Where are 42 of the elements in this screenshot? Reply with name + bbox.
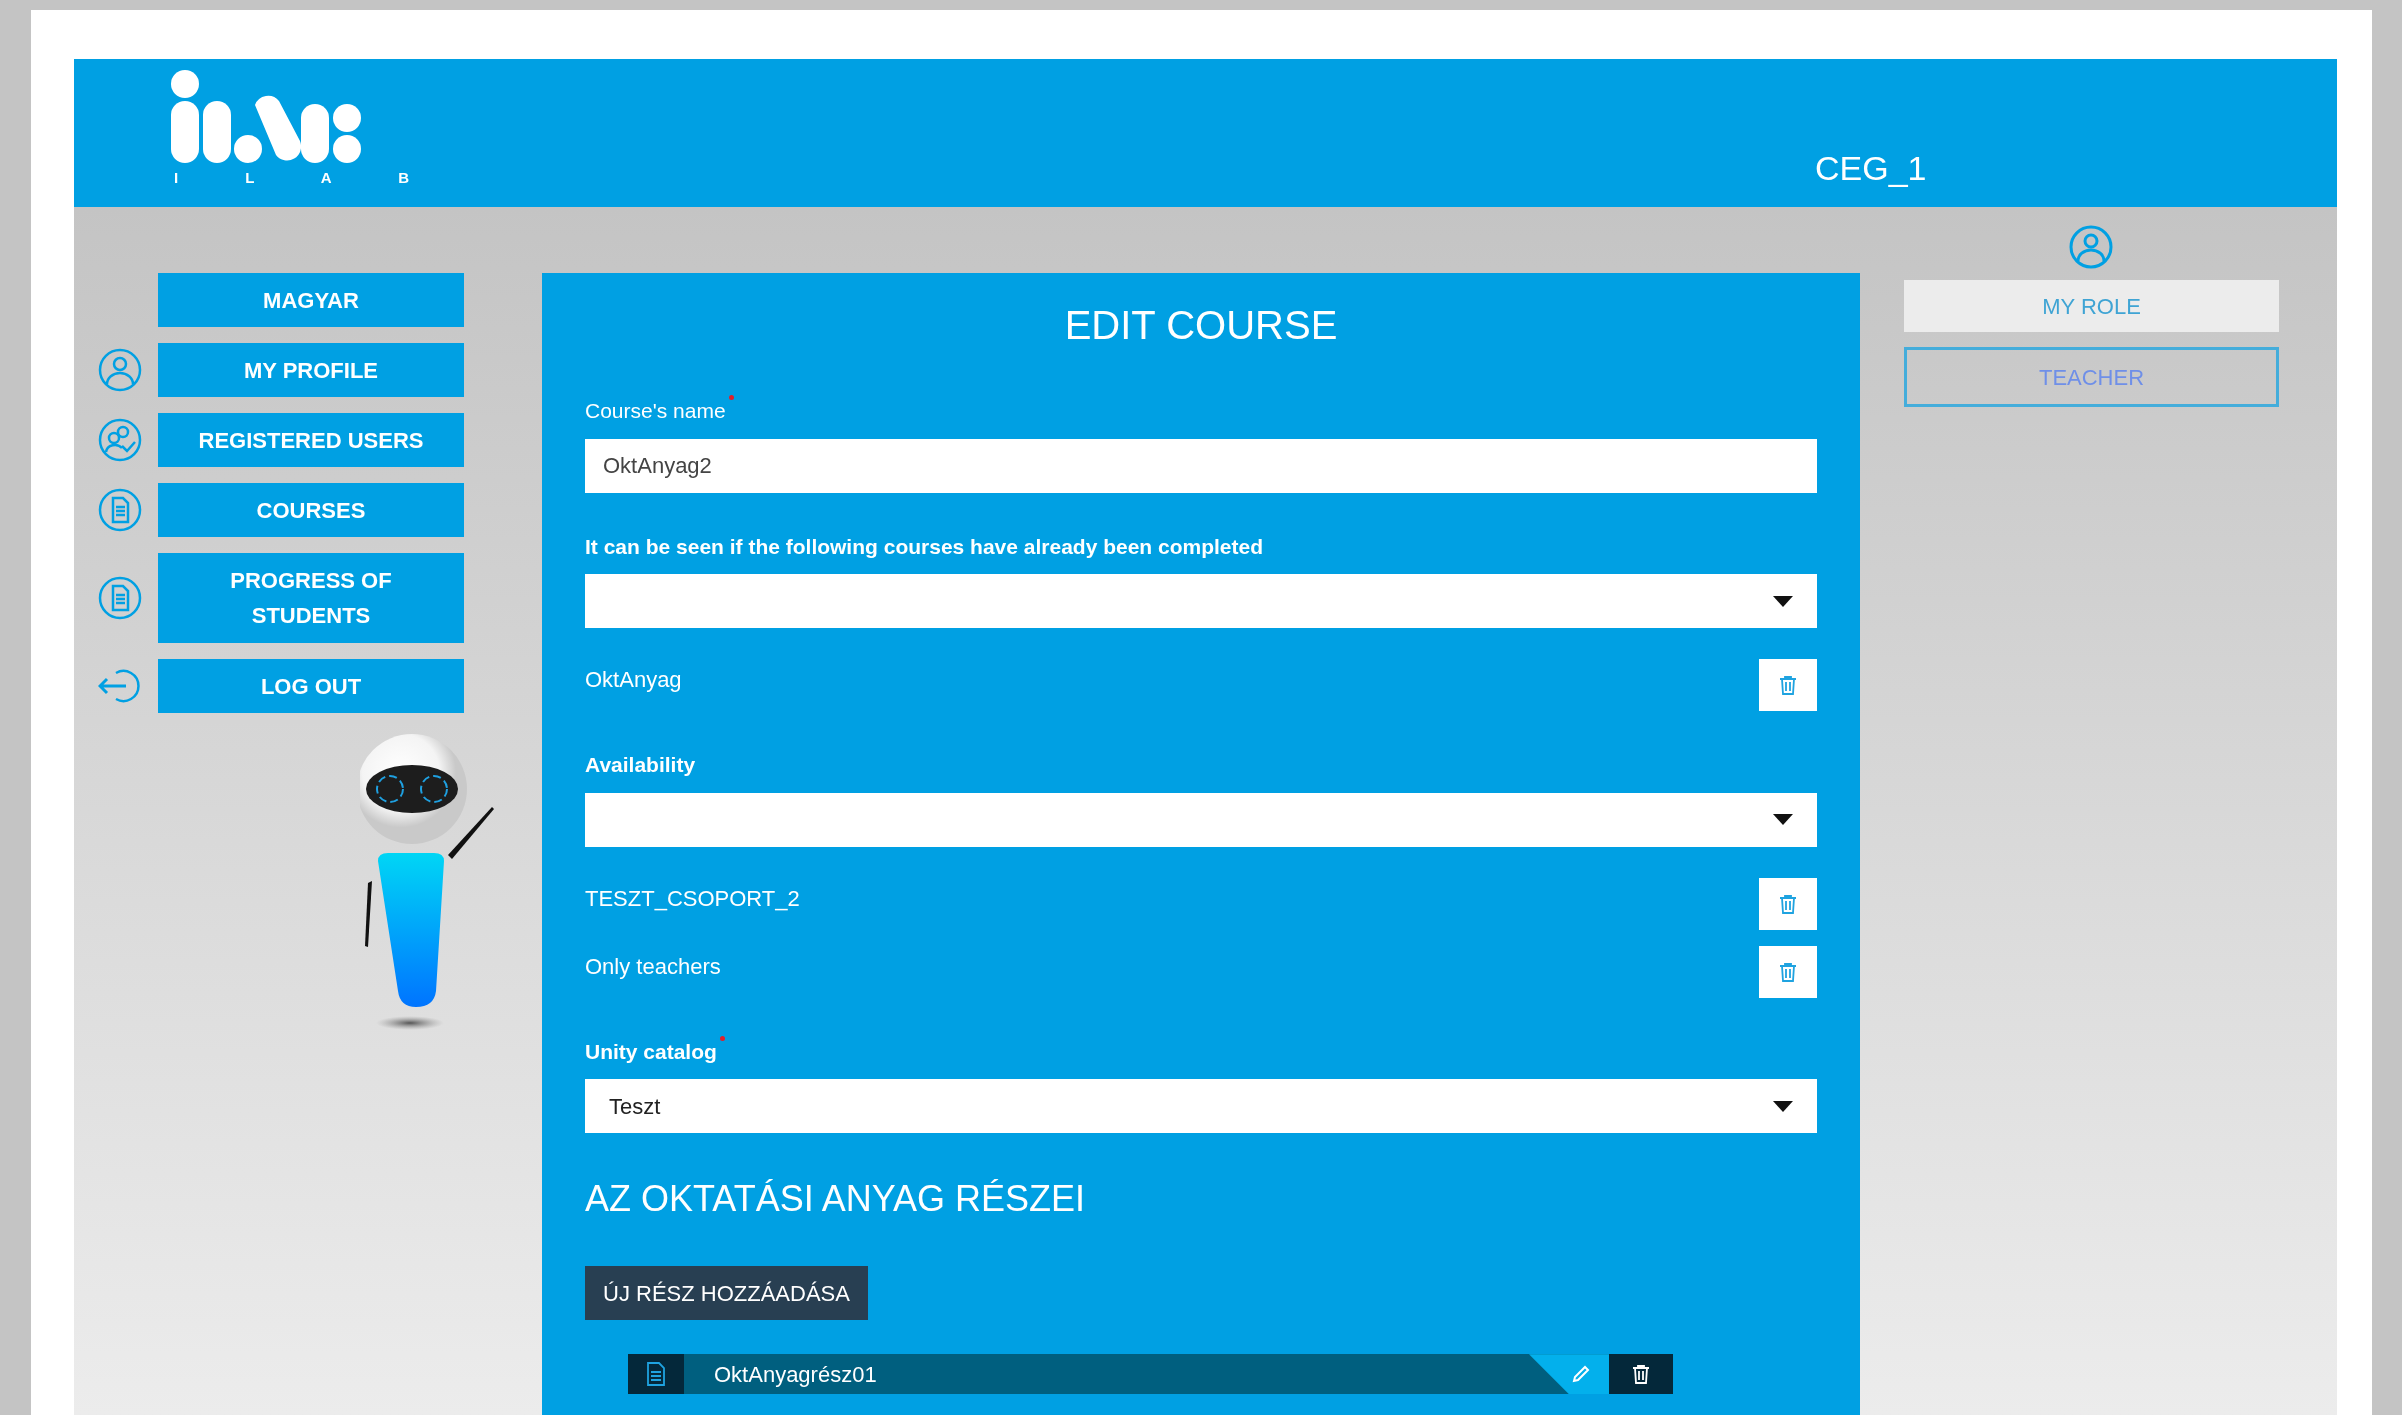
part-name: OktAnyagrész01: [714, 1360, 878, 1389]
nav-button[interactable]: MAGYAR: [158, 273, 464, 327]
document-icon: [647, 1362, 665, 1387]
nav-button[interactable]: PROGRESS OF STUDENTS: [158, 553, 464, 643]
dropdown-field[interactable]: [585, 574, 1817, 628]
field-label: Availability: [585, 752, 696, 778]
dropdown-field[interactable]: Teszt: [585, 1079, 1817, 1133]
caret-icon: [1773, 595, 1793, 607]
user-icon: [2069, 225, 2113, 269]
section-heading: AZ OKTATÁSI ANYAG RÉSZEI: [585, 1177, 1087, 1221]
nav-button[interactable]: COURSES: [158, 483, 464, 537]
field-label: Course's name: [585, 398, 726, 424]
logo-caption: I L A B: [174, 168, 441, 188]
dropdown-value: Teszt: [609, 1092, 661, 1121]
trash-icon: [1779, 675, 1797, 695]
dropdown-field[interactable]: [585, 792, 1817, 847]
caret-icon: [1773, 1100, 1793, 1112]
trash-icon: [1779, 961, 1797, 982]
caret-icon: [1773, 814, 1793, 825]
field-label: Unity catalog: [585, 1038, 717, 1065]
nav-button[interactable]: LOG OUT: [158, 659, 464, 713]
selected-item: Only teachers: [585, 952, 721, 981]
text-field[interactable]: OktAnyag2: [585, 438, 1817, 493]
role-heading: MY ROLE: [1904, 280, 2279, 332]
delete-button[interactable]: [1609, 1354, 1673, 1395]
edit-button[interactable]: [1529, 1354, 1609, 1395]
document-icon: [98, 576, 142, 620]
role-value: TEACHER: [1904, 347, 2279, 407]
selected-item: TESZT_CSOPORT_2: [585, 884, 800, 913]
selected-item: OktAnyag: [585, 666, 682, 694]
add-part-button[interactable]: ÚJ RÉSZ HOZZÁADÁSA: [585, 1266, 868, 1321]
trash-icon: [1632, 1364, 1650, 1385]
trash-icon: [1779, 893, 1797, 914]
user-icon: [98, 348, 142, 392]
document-icon: [98, 488, 142, 532]
page-title: EDIT COURSE: [1063, 302, 1339, 349]
field-label: It can be seen if the following courses have already been completed: [585, 533, 1264, 560]
nav-button[interactable]: MY PROFILE: [158, 343, 464, 397]
nav-button[interactable]: REGISTERED USERS: [158, 413, 464, 467]
pencil-icon: [1571, 1364, 1591, 1385]
company-name: CEG_1: [1815, 151, 1927, 185]
users-icon: [98, 418, 142, 462]
